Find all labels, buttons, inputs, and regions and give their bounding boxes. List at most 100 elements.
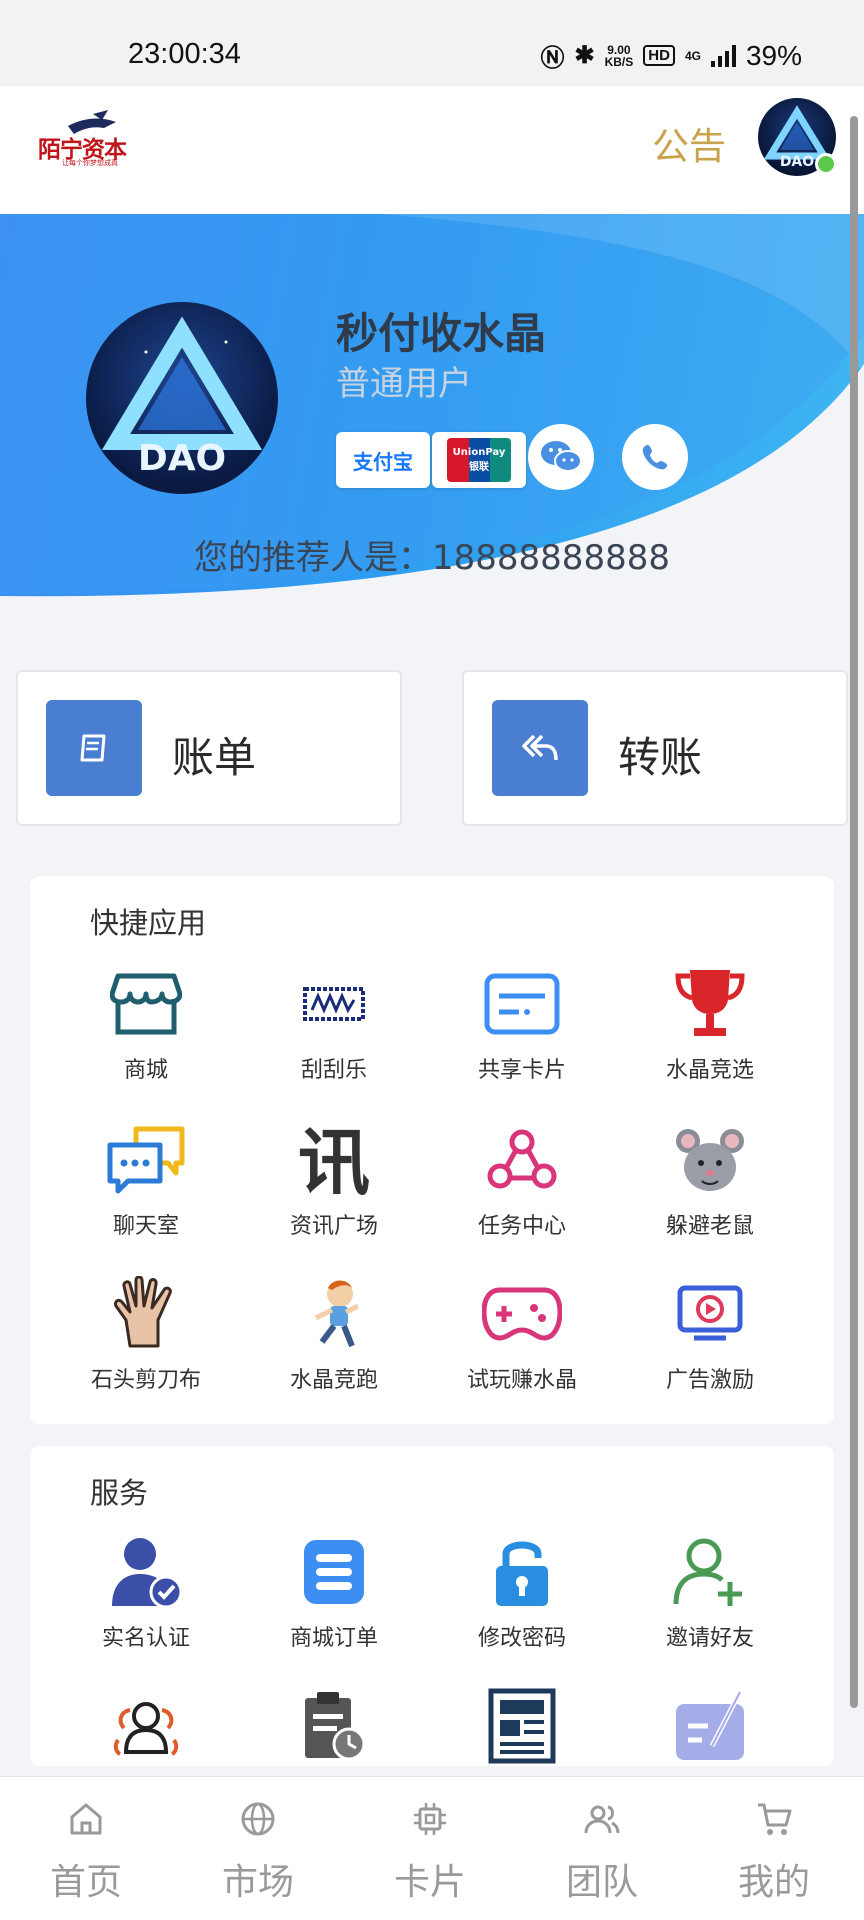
verified-user-icon — [106, 1532, 186, 1612]
lock-icon — [482, 1532, 562, 1612]
quick-app-ad-reward[interactable]: 广告激励 — [616, 1274, 804, 1404]
service-mall-orders[interactable]: 商城订单 — [240, 1532, 428, 1662]
services-title: 服务 — [90, 1476, 149, 1510]
signal-icon — [710, 44, 736, 67]
unionpay-logo: UnionPay 银联 — [447, 438, 511, 482]
store-icon — [106, 964, 186, 1044]
quick-app-task-center[interactable]: 任务中心 — [428, 1120, 616, 1250]
nav-mine-label: 我的 — [737, 1862, 810, 1903]
alipay-badge[interactable]: 支付宝 — [336, 432, 430, 488]
wechat-icon — [541, 441, 582, 472]
nav-home[interactable]: 首页 — [0, 1777, 172, 1920]
clipboard-clock-icon — [294, 1686, 374, 1766]
profile-role: 普通用户 — [336, 364, 472, 404]
nav-mine[interactable]: 我的 — [688, 1777, 860, 1920]
quick-app-chat-room[interactable]: 聊天室 — [52, 1120, 240, 1250]
shared-card-icon — [482, 964, 562, 1044]
home-icon — [70, 1803, 102, 1835]
team-nav-icon — [584, 1805, 620, 1834]
quick-app-play-earn[interactable]: 试玩赚水晶 — [428, 1274, 616, 1404]
nav-team-label: 团队 — [565, 1862, 638, 1903]
quick-app-label: 资讯广场 — [289, 1214, 378, 1239]
svg-text:DAO: DAO — [138, 438, 226, 479]
task-icon — [482, 1120, 562, 1200]
add-friend-icon — [670, 1532, 750, 1612]
service-invite-friends[interactable]: 邀请好友 — [616, 1532, 804, 1662]
trophy-icon — [670, 964, 750, 1044]
quick-app-label: 任务中心 — [477, 1214, 566, 1239]
nav-market-label: 市场 — [221, 1862, 294, 1903]
order-list-icon — [294, 1532, 374, 1612]
transfer-icon-box — [492, 700, 588, 796]
status-indicators: Ⓝ ✱ 9.00 KB/S HD 4G 39% — [540, 38, 802, 73]
quick-app-news-square[interactable]: 讯 资讯广场 — [240, 1120, 428, 1250]
unionpay-label-en: UnionPay — [452, 447, 506, 458]
transfer-card[interactable]: 转账 — [462, 670, 848, 826]
gamepad-icon — [482, 1274, 562, 1354]
reply-all-icon — [522, 734, 558, 761]
service-label: 实名认证 — [101, 1626, 190, 1651]
quick-app-label: 水晶竞选 — [665, 1058, 754, 1083]
chip-icon — [414, 1803, 446, 1835]
notice-link[interactable]: 公告 — [652, 116, 726, 170]
service-team[interactable] — [52, 1686, 240, 1766]
quick-app-label: 聊天室 — [112, 1214, 179, 1239]
quick-app-dodge-mouse[interactable]: 躲避老鼠 — [616, 1120, 804, 1250]
quick-app-label: 商城 — [123, 1058, 168, 1083]
nav-cards-label: 卡片 — [393, 1862, 466, 1903]
chat-icon — [106, 1120, 186, 1200]
quick-app-scratch[interactable]: 刮刮乐 — [240, 964, 428, 1094]
quick-app-label: 水晶竞跑 — [289, 1368, 378, 1393]
service-label: 商城订单 — [289, 1626, 378, 1651]
phone-icon — [642, 444, 668, 470]
profile-avatar[interactable]: DAO — [86, 302, 278, 494]
service-label: 修改密码 — [477, 1626, 566, 1651]
quick-app-crystal-election[interactable]: 水晶竞选 — [616, 964, 804, 1094]
nav-market[interactable]: 市场 — [172, 1777, 344, 1920]
net-speed-value: 9.00 — [607, 42, 631, 57]
svg-text:DAO: DAO — [780, 154, 814, 170]
page-scrollbar[interactable] — [850, 116, 858, 1708]
news-icon: 讯 — [294, 1120, 374, 1200]
nav-home-label: 首页 — [49, 1862, 122, 1903]
phone-button[interactable] — [622, 424, 688, 490]
service-records[interactable] — [240, 1686, 428, 1766]
quick-app-crystal-race[interactable]: 水晶竞跑 — [240, 1274, 428, 1404]
service-change-password[interactable]: 修改密码 — [428, 1532, 616, 1662]
referrer-text: 您的推荐人是：18888888888 — [194, 538, 670, 578]
quick-app-rock-paper-scissors[interactable]: 石头剪刀布 — [52, 1274, 240, 1404]
globe-icon — [241, 1802, 275, 1836]
profile-banner: DAO 秒付收水晶 普通用户 支付宝 UnionPay 银联 您的推荐人是：18… — [0, 214, 864, 600]
nav-cards[interactable]: 卡片 — [344, 1777, 516, 1920]
nav-team[interactable]: 团队 — [516, 1777, 688, 1920]
quick-app-label: 共享卡片 — [477, 1058, 566, 1083]
quick-app-store[interactable]: 商城 — [52, 964, 240, 1094]
quick-app-label: 躲避老鼠 — [665, 1214, 754, 1239]
service-feedback[interactable] — [616, 1686, 804, 1766]
battery-level: 39% — [745, 39, 802, 71]
team-icon — [106, 1686, 186, 1766]
cart-icon — [758, 1803, 792, 1835]
bottom-nav: 首页 市场 卡片 团队 我的 — [0, 1776, 864, 1920]
hand-icon — [106, 1274, 186, 1354]
bill-icon-box — [46, 700, 142, 796]
status-time: 23:00:34 — [128, 38, 241, 70]
net-speed-unit: KB/S — [604, 54, 634, 69]
unionpay-badge[interactable]: UnionPay 银联 — [432, 432, 526, 488]
bill-card[interactable]: 账单 — [16, 670, 402, 826]
quick-app-shared-card[interactable]: 共享卡片 — [428, 964, 616, 1094]
wechat-button[interactable] — [528, 424, 594, 490]
brand-logo-subtext: 让每个你梦想成真 — [62, 159, 118, 167]
profile-name: 秒付收水晶 — [336, 309, 547, 358]
newspaper-icon — [482, 1686, 562, 1766]
service-news[interactable] — [428, 1686, 616, 1766]
quick-app-label: 广告激励 — [665, 1368, 754, 1393]
service-real-name[interactable]: 实名认证 — [52, 1532, 240, 1662]
quick-app-label: 石头剪刀布 — [90, 1368, 201, 1393]
runner-icon — [294, 1274, 374, 1354]
mouse-icon — [670, 1120, 750, 1200]
unionpay-label-cn: 银联 — [469, 462, 489, 473]
book-icon — [80, 734, 106, 762]
quick-apps-panel: 快捷应用 商城 刮刮乐 共享卡片 水晶竞选 聊天室 讯 资讯广场 任务中心 躲避… — [30, 876, 834, 1424]
bluetooth-icon: ✱ — [574, 42, 595, 69]
